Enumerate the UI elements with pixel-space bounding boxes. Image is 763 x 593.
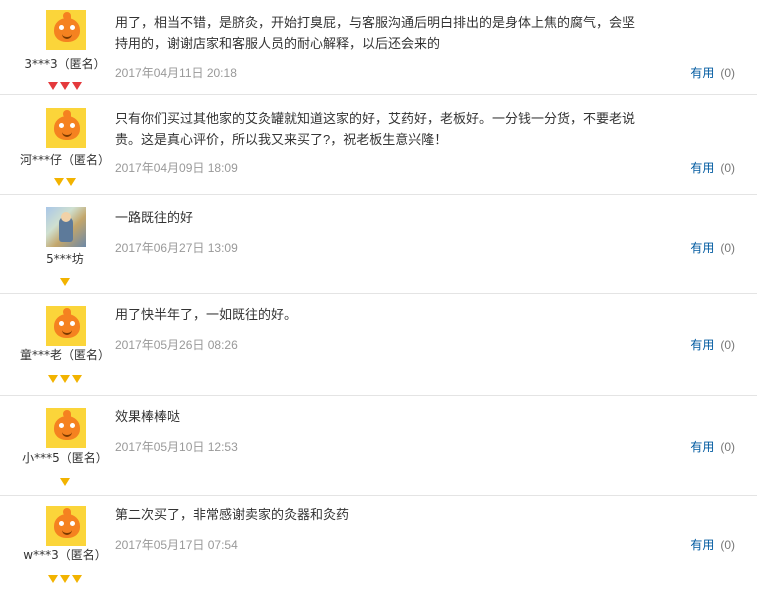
useful-label[interactable]: 有用 (690, 241, 714, 255)
review-date: 2017年05月17日 07:54 (115, 538, 238, 552)
user-level-badge (0, 271, 130, 286)
review-date: 2017年04月11日 20:18 (115, 66, 237, 80)
username[interactable]: 小***5（匿名） (0, 449, 130, 466)
useful-button[interactable]: 有用 (0) (690, 239, 735, 256)
gold-diamond-icon (72, 375, 82, 383)
useful-count: (0) (720, 161, 735, 175)
user-avatar[interactable] (46, 408, 86, 448)
useful-label[interactable]: 有用 (690, 538, 714, 552)
useful-label[interactable]: 有用 (690, 161, 714, 175)
gold-diamond-icon (54, 178, 64, 186)
gold-diamond-icon (60, 375, 70, 383)
gold-diamond-icon (48, 375, 58, 383)
review-item: 童***老（匿名） 用了快半年了，一如既往的好。 2017年05月26日 08:… (0, 296, 757, 396)
review-text: 一路既往的好 (115, 210, 194, 225)
gold-diamond-icon (60, 278, 70, 286)
red-diamond-icon (48, 82, 58, 90)
useful-label[interactable]: 有用 (690, 66, 714, 80)
useful-label[interactable]: 有用 (690, 440, 714, 454)
review-text: 只有你们买过其他家的艾灸罐就知道这家的好，艾药好，老板好。一分钱一分货，不要老说… (115, 111, 636, 147)
useful-button[interactable]: 有用 (0) (690, 536, 735, 553)
user-avatar[interactable] (46, 108, 86, 148)
user-avatar[interactable] (46, 207, 86, 247)
useful-button[interactable]: 有用 (0) (690, 336, 735, 353)
red-diamond-icon (72, 82, 82, 90)
review-item: 5***坊 一路既往的好 2017年06月27日 13:09 有用 (0) (0, 197, 757, 294)
review-item: w***3（匿名） 第二次买了，非常感谢卖家的灸器和灸药 2017年05月17日… (0, 496, 757, 592)
useful-label[interactable]: 有用 (690, 338, 714, 352)
red-diamond-icon (60, 82, 70, 90)
review-text: 效果棒棒哒 (115, 409, 181, 424)
useful-count: (0) (720, 538, 735, 552)
useful-button[interactable]: 有用 (0) (690, 64, 735, 81)
user-level-badge (0, 568, 130, 583)
user-level-badge (0, 171, 130, 186)
review-item: 小***5（匿名） 效果棒棒哒 2017年05月10日 12:53 有用 (0) (0, 398, 757, 496)
review-item: 河***仔（匿名） 只有你们买过其他家的艾灸罐就知道这家的好，艾药好，老板好。一… (0, 98, 757, 195)
useful-button[interactable]: 有用 (0) (690, 159, 735, 176)
username[interactable]: 5***坊 (0, 250, 130, 267)
gold-diamond-icon (60, 575, 70, 583)
useful-count: (0) (720, 66, 735, 80)
review-date: 2017年05月26日 08:26 (115, 338, 238, 352)
useful-button[interactable]: 有用 (0) (690, 438, 735, 455)
username[interactable]: 3***3（匿名） (0, 55, 130, 72)
user-avatar[interactable] (46, 506, 86, 546)
user-level-badge (0, 75, 130, 90)
useful-count: (0) (720, 338, 735, 352)
gold-diamond-icon (60, 478, 70, 486)
gold-diamond-icon (48, 575, 58, 583)
user-avatar[interactable] (46, 306, 86, 346)
useful-count: (0) (720, 440, 735, 454)
user-level-badge (0, 368, 130, 383)
useful-count: (0) (720, 241, 735, 255)
review-date: 2017年05月10日 12:53 (115, 440, 238, 454)
review-date: 2017年06月27日 13:09 (115, 241, 238, 255)
username[interactable]: w***3（匿名） (0, 546, 130, 563)
review-text: 用了快半年了，一如既往的好。 (115, 307, 298, 322)
gold-diamond-icon (66, 178, 76, 186)
review-date: 2017年04月09日 18:09 (115, 161, 238, 175)
review-text: 第二次买了，非常感谢卖家的灸器和灸药 (115, 507, 350, 522)
gold-diamond-icon (72, 575, 82, 583)
username[interactable]: 河***仔（匿名） (0, 151, 130, 168)
user-avatar[interactable] (46, 10, 86, 50)
username[interactable]: 童***老（匿名） (0, 346, 130, 363)
user-level-badge (0, 471, 130, 486)
review-text: 用了，相当不错，是脐灸，开始打臭屁，与客服沟通后明白排出的是身体上焦的腐气，会坚… (115, 15, 636, 51)
review-item: 3***3（匿名） 用了，相当不错，是脐灸，开始打臭屁，与客服沟通后明白排出的是… (0, 0, 757, 95)
